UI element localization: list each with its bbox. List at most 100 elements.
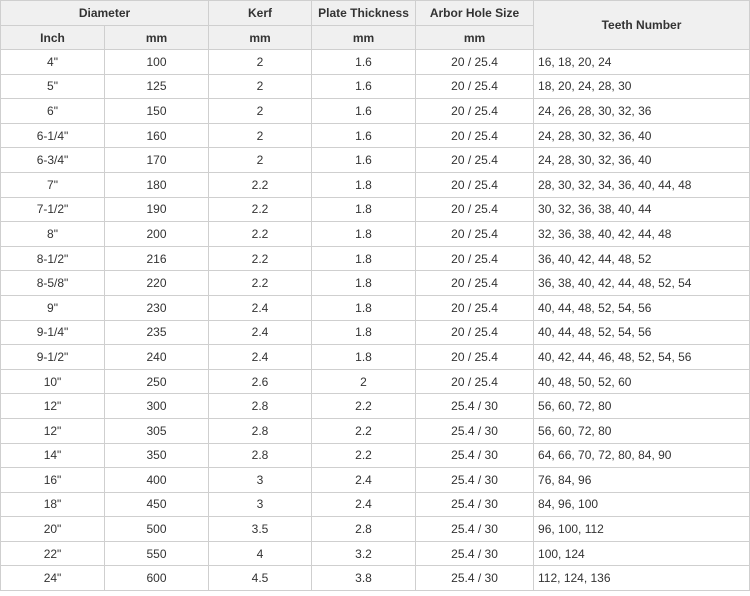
cell-teeth-number: 56, 60, 72, 80 xyxy=(533,393,750,419)
cell-teeth-number: 24, 28, 30, 32, 36, 40 xyxy=(533,147,750,173)
cell-teeth-number: 28, 30, 32, 34, 36, 40, 44, 48 xyxy=(533,171,750,198)
table-row: 6-1/4" 160 2 1.6 20 / 25.4 24, 28, 30, 32, 36… xyxy=(0,122,750,149)
cell-teeth-number: 76, 84, 96 xyxy=(533,467,750,493)
table-row: 6" 150 2 1.6 20 / 25.4 24, 26, 28, 30, 32, 36 xyxy=(0,98,750,124)
cell-teeth-number: 64, 66, 70, 72, 80, 84, 90 xyxy=(533,442,750,469)
cell-plate-thickness: 1.8 xyxy=(311,294,417,321)
cell-diameter-mm: 600 xyxy=(103,565,210,592)
cell-diameter-mm: 216 xyxy=(103,245,210,272)
cell-inch: 12" xyxy=(0,417,105,444)
cell-arbor-hole-size: 20 / 25.4 xyxy=(415,319,535,346)
cell-kerf: 2.2 xyxy=(208,171,313,198)
cell-diameter-mm: 125 xyxy=(103,73,210,100)
cell-arbor-hole-size: 20 / 25.4 xyxy=(415,245,535,272)
cell-plate-thickness: 3.8 xyxy=(311,565,417,592)
table-row: 24" 600 4.5 3.8 25.4 / 30 112, 124, 136 xyxy=(0,565,750,592)
cell-teeth-number: 36, 40, 42, 44, 48, 52 xyxy=(533,245,750,272)
cell-teeth-number: 32, 36, 38, 40, 42, 44, 48 xyxy=(533,221,750,247)
cell-arbor-hole-size: 20 / 25.4 xyxy=(415,221,535,247)
cell-inch: 4" xyxy=(0,49,105,75)
cell-plate-thickness: 1.8 xyxy=(311,270,417,296)
table-row: 9-1/4" 235 2.4 1.8 20 / 25.4 40, 44, 48, 52, … xyxy=(0,319,750,346)
table-row: 22" 550 4 3.2 25.4 / 30 100, 124 xyxy=(0,540,750,567)
cell-inch: 22" xyxy=(0,540,105,567)
cell-plate-thickness: 2.4 xyxy=(311,491,417,518)
cell-diameter-mm: 220 xyxy=(103,270,210,296)
cell-diameter-mm: 160 xyxy=(103,122,210,149)
cell-arbor-hole-size: 20 / 25.4 xyxy=(415,171,535,198)
cell-kerf: 4.5 xyxy=(208,565,313,592)
cell-plate-thickness: 1.8 xyxy=(311,196,417,223)
cell-arbor-hole-size: 25.4 / 30 xyxy=(415,467,535,493)
cell-plate-thickness: 1.6 xyxy=(311,147,417,173)
cell-diameter-mm: 170 xyxy=(103,147,210,173)
cell-diameter-mm: 230 xyxy=(103,294,210,321)
cell-diameter-mm: 150 xyxy=(103,98,210,124)
table-row: 12" 305 2.8 2.2 25.4 / 30 56, 60, 72, 80 xyxy=(0,417,750,444)
subheader-plate-mm: mm xyxy=(311,25,417,50)
cell-arbor-hole-size: 20 / 25.4 xyxy=(415,196,535,223)
cell-arbor-hole-size: 20 / 25.4 xyxy=(415,344,535,370)
cell-diameter-mm: 550 xyxy=(103,540,210,567)
cell-inch: 9" xyxy=(0,294,105,321)
cell-plate-thickness: 2.8 xyxy=(311,516,417,542)
cell-diameter-mm: 180 xyxy=(103,171,210,198)
cell-plate-thickness: 1.8 xyxy=(311,319,417,346)
cell-arbor-hole-size: 25.4 / 30 xyxy=(415,540,535,567)
cell-inch: 7" xyxy=(0,171,105,198)
header-arbor-hole-size: Arbor Hole Size xyxy=(415,0,535,26)
cell-teeth-number: 40, 48, 50, 52, 60 xyxy=(533,368,750,395)
table-row: 14" 350 2.8 2.2 25.4 / 30 64, 66, 70, 72, 80,… xyxy=(0,442,750,469)
cell-teeth-number: 56, 60, 72, 80 xyxy=(533,417,750,444)
cell-diameter-mm: 235 xyxy=(103,319,210,346)
table-row: 7" 180 2.2 1.8 20 / 25.4 28, 30, 32, 34, 36, … xyxy=(0,171,750,198)
cell-plate-thickness: 1.6 xyxy=(311,49,417,75)
cell-inch: 10" xyxy=(0,368,105,395)
cell-teeth-number: 36, 38, 40, 42, 44, 48, 52, 54 xyxy=(533,270,750,296)
cell-teeth-number: 30, 32, 36, 38, 40, 44 xyxy=(533,196,750,223)
cell-kerf: 2 xyxy=(208,122,313,149)
table-row: 20" 500 3.5 2.8 25.4 / 30 96, 100, 112 xyxy=(0,516,750,542)
cell-teeth-number: 16, 18, 20, 24 xyxy=(533,49,750,75)
table-row: 4" 100 2 1.6 20 / 25.4 16, 18, 20, 24 xyxy=(0,49,750,75)
cell-inch: 16" xyxy=(0,467,105,493)
cell-diameter-mm: 200 xyxy=(103,221,210,247)
cell-kerf: 4 xyxy=(208,540,313,567)
cell-diameter-mm: 500 xyxy=(103,516,210,542)
cell-inch: 12" xyxy=(0,393,105,419)
cell-diameter-mm: 305 xyxy=(103,417,210,444)
cell-diameter-mm: 400 xyxy=(103,467,210,493)
table-row: 12" 300 2.8 2.2 25.4 / 30 56, 60, 72, 80 xyxy=(0,393,750,419)
cell-plate-thickness: 2.4 xyxy=(311,467,417,493)
cell-kerf: 3 xyxy=(208,467,313,493)
header-kerf: Kerf xyxy=(208,0,313,26)
cell-kerf: 2 xyxy=(208,73,313,100)
cell-plate-thickness: 1.8 xyxy=(311,171,417,198)
cell-inch: 8" xyxy=(0,221,105,247)
table-row: 5" 125 2 1.6 20 / 25.4 18, 20, 24, 28, 30 xyxy=(0,73,750,100)
cell-teeth-number: 96, 100, 112 xyxy=(533,516,750,542)
cell-inch: 9-1/4" xyxy=(0,319,105,346)
cell-arbor-hole-size: 20 / 25.4 xyxy=(415,294,535,321)
cell-inch: 5" xyxy=(0,73,105,100)
cell-inch: 7-1/2" xyxy=(0,196,105,223)
subheader-arbor-mm: mm xyxy=(415,25,535,50)
header-teeth-number: Teeth Number xyxy=(533,0,750,50)
cell-plate-thickness: 1.6 xyxy=(311,73,417,100)
cell-diameter-mm: 350 xyxy=(103,442,210,469)
table-row: 7-1/2" 190 2.2 1.8 20 / 25.4 30, 32, 36, 38, … xyxy=(0,196,750,223)
cell-inch: 14" xyxy=(0,442,105,469)
cell-kerf: 2.2 xyxy=(208,270,313,296)
cell-plate-thickness: 3.2 xyxy=(311,540,417,567)
cell-arbor-hole-size: 20 / 25.4 xyxy=(415,122,535,149)
table-row: 8" 200 2.2 1.8 20 / 25.4 32, 36, 38, 40, 42, … xyxy=(0,221,750,247)
subheader-diameter-mm: mm xyxy=(103,25,210,50)
cell-diameter-mm: 450 xyxy=(103,491,210,518)
cell-diameter-mm: 240 xyxy=(103,344,210,370)
subheader-kerf-mm: mm xyxy=(208,25,313,50)
cell-plate-thickness: 2.2 xyxy=(311,393,417,419)
cell-arbor-hole-size: 20 / 25.4 xyxy=(415,270,535,296)
cell-kerf: 2.4 xyxy=(208,344,313,370)
cell-arbor-hole-size: 25.4 / 30 xyxy=(415,393,535,419)
cell-teeth-number: 112, 124, 136 xyxy=(533,565,750,592)
